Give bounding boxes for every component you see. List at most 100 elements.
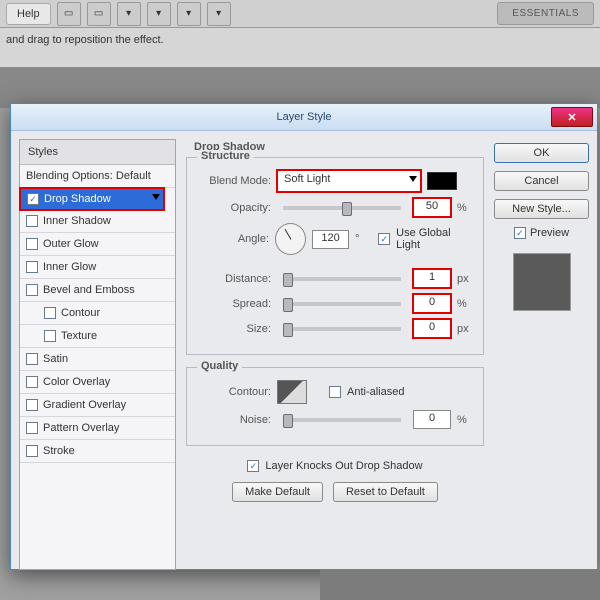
distance-label: Distance: [195, 273, 271, 285]
toolbar-icon-4[interactable]: ▾ [147, 2, 171, 26]
blend-mode-select[interactable]: Soft Light [277, 170, 421, 192]
px-unit: px [457, 273, 475, 285]
angle-label: Angle: [195, 233, 269, 245]
style-outer-glow[interactable]: Outer Glow [20, 233, 175, 256]
spread-label: Spread: [195, 298, 271, 310]
close-icon: ✕ [567, 111, 576, 124]
style-blending-options[interactable]: Blending Options: Default [20, 165, 175, 188]
help-menu[interactable]: Help [6, 3, 51, 25]
style-label: Gradient Overlay [43, 399, 126, 411]
size-slider[interactable] [283, 327, 401, 331]
checkbox-icon[interactable] [26, 261, 38, 273]
cancel-button[interactable]: Cancel [494, 171, 589, 191]
checkbox-icon[interactable] [26, 445, 38, 457]
style-bevel-emboss[interactable]: Bevel and Emboss [20, 279, 175, 302]
style-label: Inner Glow [43, 261, 96, 273]
deg-unit: ° [355, 233, 372, 245]
noise-slider[interactable] [283, 418, 401, 422]
quality-fieldset: Quality Contour: Anti-aliased Noise: 0 % [186, 367, 484, 446]
style-label: Stroke [43, 445, 75, 457]
preview-label: Preview [530, 227, 569, 239]
knockout-checkbox[interactable] [247, 460, 259, 472]
style-label: Inner Shadow [43, 215, 111, 227]
distance-slider[interactable] [283, 277, 401, 281]
ok-button[interactable]: OK [494, 143, 589, 163]
antialiased-checkbox[interactable] [329, 386, 341, 398]
style-satin[interactable]: Satin [20, 348, 175, 371]
slider-thumb[interactable] [342, 202, 352, 216]
spread-input[interactable]: 0 [413, 294, 451, 313]
checkbox-icon[interactable] [26, 215, 38, 227]
toolbar-icon-5[interactable]: ▾ [177, 2, 201, 26]
contour-picker[interactable] [277, 380, 307, 404]
slider-thumb[interactable] [283, 298, 293, 312]
pct-unit: % [457, 414, 475, 426]
checkbox-icon[interactable] [27, 193, 39, 205]
knockout-label: Layer Knocks Out Drop Shadow [265, 460, 422, 472]
slider-thumb[interactable] [283, 273, 293, 287]
close-button[interactable]: ✕ [551, 107, 593, 127]
styles-list: Styles Blending Options: Default Drop Sh… [19, 139, 176, 570]
new-style-button[interactable]: New Style... [494, 199, 589, 219]
antialiased-label: Anti-aliased [347, 386, 404, 398]
structure-fieldset: Structure Blend Mode: Soft Light Opacity… [186, 157, 484, 355]
style-gradient-overlay[interactable]: Gradient Overlay [20, 394, 175, 417]
options-bar: and drag to reposition the effect. [0, 28, 600, 68]
opacity-input[interactable]: 50 [413, 198, 451, 217]
checkbox-icon[interactable] [26, 422, 38, 434]
style-stroke[interactable]: Stroke [20, 440, 175, 463]
toolbar-icon-6[interactable]: ▾ [207, 2, 231, 26]
style-label: Contour [61, 307, 100, 319]
styles-header[interactable]: Styles [20, 140, 175, 165]
global-light-checkbox[interactable] [378, 233, 390, 245]
checkbox-icon[interactable] [26, 376, 38, 388]
blend-mode-value: Soft Light [284, 173, 330, 185]
angle-dial[interactable] [275, 223, 306, 255]
workspace-essentials[interactable]: ESSENTIALS [497, 2, 594, 25]
opacity-slider[interactable] [283, 206, 401, 210]
dialog-right-column: OK Cancel New Style... Preview [494, 139, 589, 570]
pct-unit: % [457, 298, 475, 310]
structure-legend: Structure [197, 150, 254, 162]
checkbox-icon[interactable] [26, 284, 38, 296]
preview-checkbox[interactable] [514, 227, 526, 239]
toolbar-icon-2[interactable]: ▭ [87, 2, 111, 26]
px-unit: px [457, 323, 475, 335]
reset-default-button[interactable]: Reset to Default [333, 482, 438, 502]
checkbox-icon[interactable] [26, 399, 38, 411]
checkbox-icon[interactable] [44, 307, 56, 319]
slider-thumb[interactable] [283, 414, 293, 428]
style-label: Satin [43, 353, 68, 365]
style-drop-shadow[interactable]: Drop Shadow [20, 188, 164, 210]
contour-label: Contour: [195, 386, 271, 398]
make-default-button[interactable]: Make Default [232, 482, 323, 502]
style-label: Pattern Overlay [43, 422, 119, 434]
style-texture[interactable]: Texture [20, 325, 175, 348]
style-inner-shadow[interactable]: Inner Shadow [20, 210, 175, 233]
options-hint: and drag to reposition the effect. [6, 34, 164, 46]
spread-slider[interactable] [283, 302, 401, 306]
angle-input[interactable]: 120 [312, 230, 349, 249]
style-pattern-overlay[interactable]: Pattern Overlay [20, 417, 175, 440]
noise-input[interactable]: 0 [413, 410, 451, 429]
global-light-label: Use Global Light [396, 227, 475, 251]
app-menubar: Help ▭ ▭ ▾ ▾ ▾ ▾ ESSENTIALS [0, 0, 600, 28]
toolbar-icon-1[interactable]: ▭ [57, 2, 81, 26]
pct-unit: % [457, 202, 475, 214]
slider-thumb[interactable] [283, 323, 293, 337]
dialog-titlebar[interactable]: Layer Style ✕ [11, 104, 597, 131]
style-label: Color Overlay [43, 376, 110, 388]
quality-legend: Quality [197, 360, 242, 372]
shadow-color-swatch[interactable] [427, 172, 457, 190]
style-inner-glow[interactable]: Inner Glow [20, 256, 175, 279]
distance-input[interactable]: 1 [413, 269, 451, 288]
style-contour[interactable]: Contour [20, 302, 175, 325]
style-color-overlay[interactable]: Color Overlay [20, 371, 175, 394]
size-input[interactable]: 0 [413, 319, 451, 338]
toolbar-icon-3[interactable]: ▾ [117, 2, 141, 26]
layer-style-dialog: Layer Style ✕ Styles Blending Options: D… [10, 103, 598, 570]
checkbox-icon[interactable] [26, 238, 38, 250]
checkbox-icon[interactable] [44, 330, 56, 342]
checkbox-icon[interactable] [26, 353, 38, 365]
dialog-title: Layer Style [276, 111, 331, 123]
